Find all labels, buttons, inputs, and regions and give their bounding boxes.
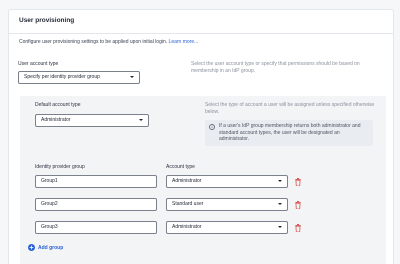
default-account-type-select[interactable]: Administrator xyxy=(35,114,149,127)
add-group-button[interactable]: Add group xyxy=(28,244,64,251)
col-header-identity-provider-group: Identity provider group xyxy=(35,164,85,170)
group-name-input[interactable]: Group3 xyxy=(35,221,157,234)
learn-more-link[interactable]: Learn more... xyxy=(169,39,199,45)
user-account-type-value: Specify per identity provider group xyxy=(24,74,100,80)
group-account-type-select[interactable]: Standard user xyxy=(166,198,288,211)
delete-group-icon[interactable] xyxy=(295,201,301,209)
chevron-down-icon xyxy=(278,203,282,205)
col-header-account-type: Account type xyxy=(166,164,195,170)
user-account-type-help: Select the user account type or specify … xyxy=(191,61,360,74)
add-group-label: Add group xyxy=(38,245,64,251)
delete-group-icon[interactable] xyxy=(295,224,301,232)
info-notice: i If a user's IdP group membership retur… xyxy=(205,120,373,146)
panel-title: User provisioning xyxy=(19,17,75,24)
user-account-type-label: User account type xyxy=(18,61,59,67)
user-account-type-select[interactable]: Specify per identity provider group xyxy=(18,71,140,84)
delete-group-icon[interactable] xyxy=(295,178,301,186)
chevron-down-icon xyxy=(278,226,282,228)
default-account-type-label: Default account type xyxy=(35,102,81,108)
group-account-type-value: Standard user xyxy=(172,201,204,207)
group-account-type-select[interactable]: Administrator xyxy=(166,221,288,234)
group-account-type-select[interactable]: Administrator xyxy=(166,175,288,188)
default-account-type-value: Administrator xyxy=(41,117,71,123)
chevron-down-icon xyxy=(130,76,134,78)
plus-circle-icon xyxy=(28,244,35,251)
chevron-down-icon xyxy=(139,119,143,121)
intro-description: Configure user provisioning settings to … xyxy=(19,39,168,45)
info-text: If a user's IdP group membership returns… xyxy=(219,123,361,142)
group-account-type-value: Administrator xyxy=(172,224,202,230)
default-account-type-help: Select the type of account a user will b… xyxy=(205,102,375,115)
group-account-type-value: Administrator xyxy=(172,178,202,184)
divider xyxy=(9,33,393,34)
group-name-input[interactable]: Group1 xyxy=(35,175,157,188)
info-icon: i xyxy=(209,124,215,130)
group-name-input[interactable]: Group2 xyxy=(35,198,157,211)
intro-text: Configure user provisioning settings to … xyxy=(19,39,198,45)
chevron-down-icon xyxy=(278,180,282,182)
